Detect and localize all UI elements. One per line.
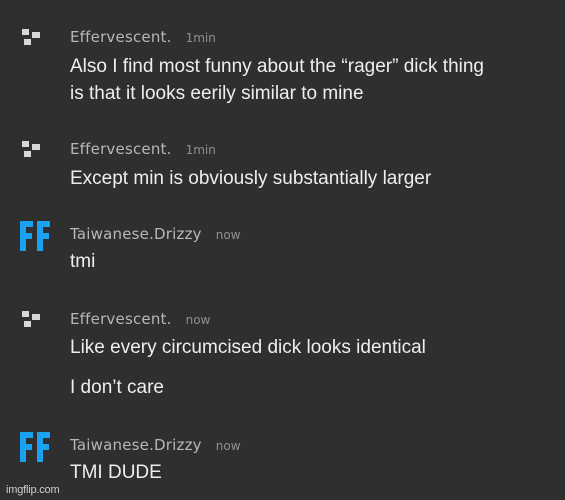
ff-logo-icon xyxy=(20,221,50,251)
avatar[interactable] xyxy=(18,219,52,253)
avatar[interactable] xyxy=(18,28,52,62)
chat-message: Effervescent. now Like every circumcised … xyxy=(0,310,565,402)
pixel-glyph-icon xyxy=(22,141,40,157)
chat-message: Effervescent. 1min Except min is obviousl… xyxy=(0,140,565,192)
pixel-glyph-icon xyxy=(22,311,40,327)
username[interactable]: Taiwanese.Drizzy xyxy=(70,436,202,454)
timestamp: now xyxy=(185,313,211,327)
message-header: Effervescent. 1min xyxy=(70,140,216,159)
message-text: Like every circumcised dick looks identi… xyxy=(70,337,426,358)
username[interactable]: Effervescent. xyxy=(70,140,172,158)
avatar[interactable] xyxy=(18,430,52,464)
chat-message: Taiwanese.Drizzy now tmi xyxy=(0,221,565,277)
timestamp: 1min xyxy=(185,143,216,157)
message-header: Taiwanese.Drizzy now xyxy=(70,225,241,244)
message-header: Effervescent. now xyxy=(70,310,210,329)
message-header: Taiwanese.Drizzy now xyxy=(70,436,241,455)
username[interactable]: Taiwanese.Drizzy xyxy=(70,225,202,243)
message-text: Except min is obviously substantially la… xyxy=(70,168,432,189)
avatar[interactable] xyxy=(18,310,52,344)
ff-logo-icon xyxy=(20,432,50,462)
chat-message: Taiwanese.Drizzy now TMI DUDE xyxy=(0,432,565,488)
avatar[interactable] xyxy=(18,140,52,174)
pixel-glyph-icon xyxy=(22,29,40,45)
message-text: Also I find most funny about the “rager”… xyxy=(70,56,484,77)
message-text: I don’t care xyxy=(70,377,164,398)
timestamp: now xyxy=(215,228,241,242)
message-text: tmi xyxy=(70,251,96,272)
chat-message: Effervescent. 1min Also I find most funny… xyxy=(0,28,565,108)
chat-feed: Effervescent. 1min Also I find most funny… xyxy=(0,0,565,500)
username[interactable]: Effervescent. xyxy=(70,28,172,46)
message-text: TMI DUDE xyxy=(70,462,162,483)
message-text: is that it looks eerily similar to mine xyxy=(70,83,364,104)
timestamp: now xyxy=(215,439,241,453)
message-header: Effervescent. 1min xyxy=(70,28,216,47)
username[interactable]: Effervescent. xyxy=(70,310,172,328)
timestamp: 1min xyxy=(185,31,216,45)
watermark: imgflip.com xyxy=(6,484,60,496)
